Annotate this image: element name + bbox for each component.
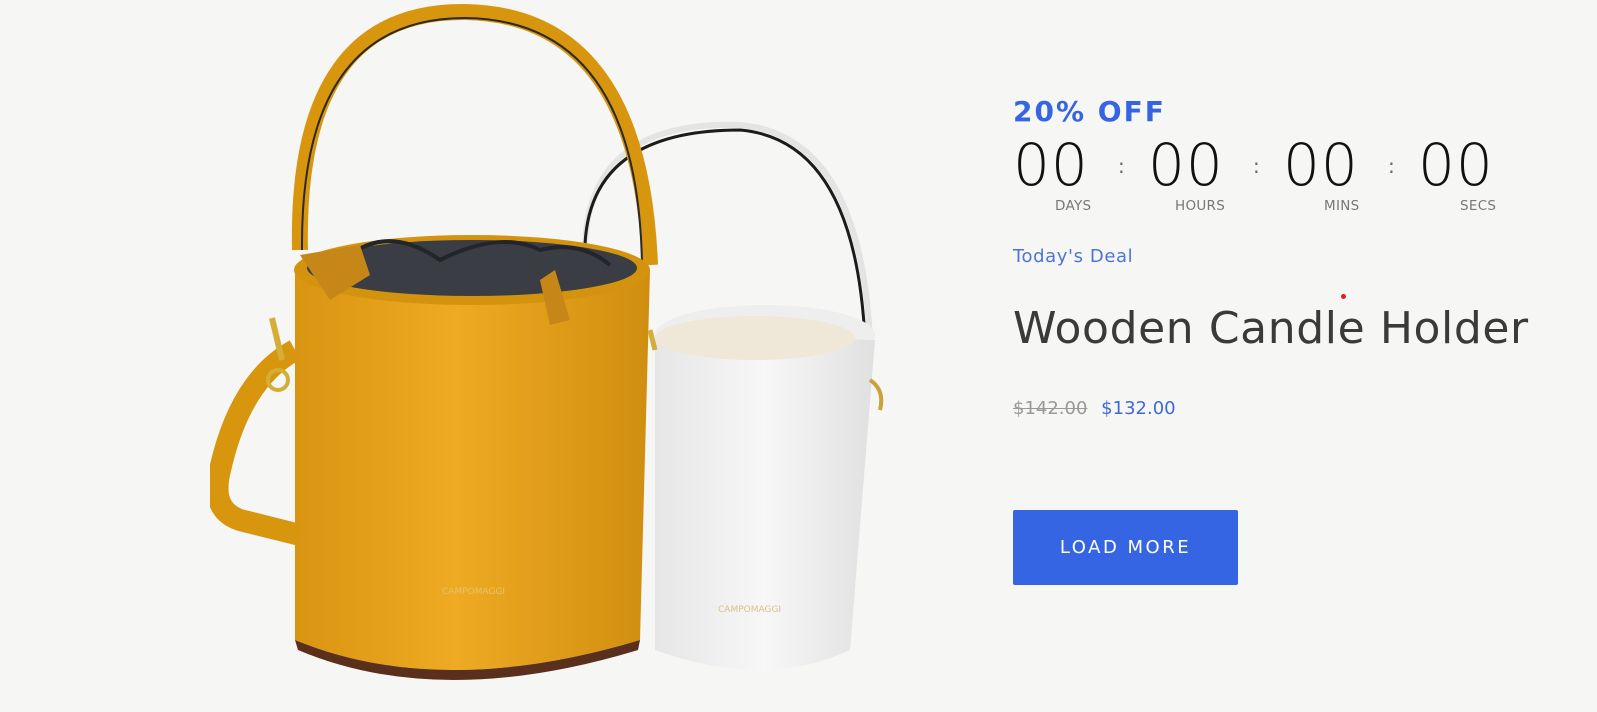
countdown-mins: 00 MINS (1283, 131, 1363, 214)
discount-label: 20% OFF (1013, 95, 1166, 128)
countdown-days-value: 00 (1013, 131, 1089, 199)
countdown-separator: : (1118, 154, 1125, 178)
product-title: Wooden Candle Holder (1013, 303, 1529, 354)
countdown-separator: : (1253, 154, 1260, 178)
deal-page: CAMPOMAGGI CAMPOMAGGI 20% OFF 00 DAYS: … (0, 0, 1597, 712)
countdown-separator: : (1388, 154, 1395, 178)
countdown-hours-label: HOURS (1175, 198, 1226, 214)
countdown-days-label: DAYS (1055, 198, 1092, 214)
countdown-secs-value: 00 (1418, 131, 1494, 199)
countdown-mins-label: MINS (1324, 198, 1360, 214)
price-row: $142.00 $132.00 (1013, 398, 1583, 419)
countdown-secs-label: SECS (1460, 198, 1497, 214)
product-image: CAMPOMAGGI CAMPOMAGGI (210, 3, 884, 680)
countdown-hours: 00 HOURS (1148, 131, 1228, 214)
sale-price: $132.00 (1101, 398, 1176, 419)
deal-panel: 20% OFF 00 DAYS : 00 HOURS : 00 MINS : 0… (1013, 92, 1583, 419)
countdown-mins-value: 00 (1283, 131, 1359, 199)
old-price: $142.00 (1013, 398, 1088, 419)
indicator-dot (1341, 294, 1346, 299)
yellow-bag: CAMPOMAGGI (210, 3, 658, 680)
todays-deal-tag: Today's Deal (1013, 246, 1134, 267)
load-more-button[interactable]: LOAD MORE (1013, 510, 1238, 585)
countdown-timer: 00 DAYS : 00 HOURS : 00 MINS : 00 SECS (1013, 136, 1583, 214)
countdown-secs: 00 SECS (1418, 131, 1498, 214)
svg-text:CAMPOMAGGI: CAMPOMAGGI (442, 587, 505, 597)
countdown-days: 00 DAYS (1013, 131, 1093, 214)
countdown-hours-value: 00 (1148, 131, 1224, 199)
svg-text:CAMPOMAGGI: CAMPOMAGGI (718, 605, 781, 615)
